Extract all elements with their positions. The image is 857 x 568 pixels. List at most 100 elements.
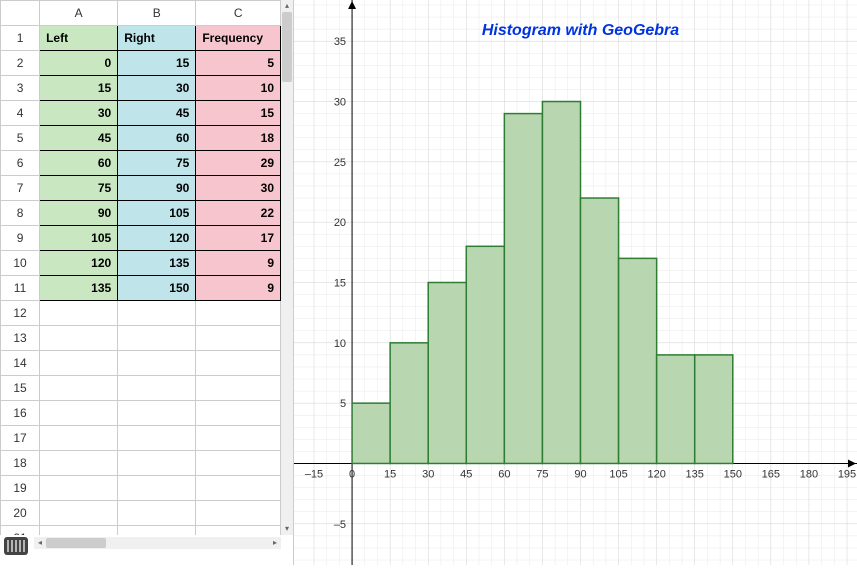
cell-C21[interactable] — [196, 526, 281, 536]
row-header-18[interactable]: 18 — [1, 451, 40, 476]
cell-C15[interactable] — [196, 376, 281, 401]
graph-panel[interactable]: –150153045607590105120135150165180195–55… — [294, 0, 857, 565]
row-header-13[interactable]: 13 — [1, 326, 40, 351]
histogram-bar[interactable] — [466, 246, 504, 463]
cell-B12[interactable] — [118, 301, 196, 326]
cell-A13[interactable] — [40, 326, 118, 351]
cell-C19[interactable] — [196, 476, 281, 501]
row-header-16[interactable]: 16 — [1, 401, 40, 426]
row-header-19[interactable]: 19 — [1, 476, 40, 501]
cell-A9[interactable]: 105 — [40, 226, 118, 251]
histogram-bar[interactable] — [619, 258, 657, 463]
spreadsheet[interactable]: ABC1LeftRightFrequency201553153010430451… — [0, 0, 281, 535]
corner-cell[interactable] — [1, 1, 40, 26]
cell-C11[interactable]: 9 — [196, 276, 281, 301]
cell-A5[interactable]: 45 — [40, 126, 118, 151]
cell-B14[interactable] — [118, 351, 196, 376]
row-header-2[interactable]: 2 — [1, 51, 40, 76]
row-header-20[interactable]: 20 — [1, 501, 40, 526]
cell-A6[interactable]: 60 — [40, 151, 118, 176]
header-frequency[interactable]: Frequency — [196, 26, 281, 51]
row-header-17[interactable]: 17 — [1, 426, 40, 451]
cell-A12[interactable] — [40, 301, 118, 326]
cell-C14[interactable] — [196, 351, 281, 376]
scroll-down-arrow-icon[interactable]: ▾ — [281, 523, 293, 535]
row-header-7[interactable]: 7 — [1, 176, 40, 201]
cell-A4[interactable]: 30 — [40, 101, 118, 126]
cell-B9[interactable]: 120 — [118, 226, 196, 251]
row-header-21[interactable]: 21 — [1, 526, 40, 536]
histogram-bar[interactable] — [352, 403, 390, 463]
histogram-bar[interactable] — [428, 283, 466, 464]
vertical-scrollbar[interactable]: ▴ ▾ — [281, 0, 293, 535]
histogram-bar[interactable] — [542, 102, 580, 464]
cell-C8[interactable]: 22 — [196, 201, 281, 226]
cell-C18[interactable] — [196, 451, 281, 476]
horizontal-scrollbar[interactable]: ◂ ▸ — [34, 537, 281, 549]
cell-C5[interactable]: 18 — [196, 126, 281, 151]
row-header-6[interactable]: 6 — [1, 151, 40, 176]
cell-B16[interactable] — [118, 401, 196, 426]
row-header-11[interactable]: 11 — [1, 276, 40, 301]
cell-A7[interactable]: 75 — [40, 176, 118, 201]
cell-C20[interactable] — [196, 501, 281, 526]
spreadsheet-table[interactable]: ABC1LeftRightFrequency201553153010430451… — [0, 0, 281, 535]
cell-C10[interactable]: 9 — [196, 251, 281, 276]
vertical-scroll-thumb[interactable] — [282, 12, 292, 82]
cell-B19[interactable] — [118, 476, 196, 501]
row-header-15[interactable]: 15 — [1, 376, 40, 401]
scroll-up-arrow-icon[interactable]: ▴ — [281, 0, 293, 12]
cell-B15[interactable] — [118, 376, 196, 401]
cell-B18[interactable] — [118, 451, 196, 476]
cell-A20[interactable] — [40, 501, 118, 526]
header-left[interactable]: Left — [40, 26, 118, 51]
cell-B5[interactable]: 60 — [118, 126, 196, 151]
cell-B10[interactable]: 135 — [118, 251, 196, 276]
cell-A8[interactable]: 90 — [40, 201, 118, 226]
row-header-8[interactable]: 8 — [1, 201, 40, 226]
row-header-1[interactable]: 1 — [1, 26, 40, 51]
row-header-10[interactable]: 10 — [1, 251, 40, 276]
cell-A14[interactable] — [40, 351, 118, 376]
cell-A15[interactable] — [40, 376, 118, 401]
cell-A3[interactable]: 15 — [40, 76, 118, 101]
cell-A11[interactable]: 135 — [40, 276, 118, 301]
histogram-chart[interactable]: –150153045607590105120135150165180195–55… — [294, 0, 857, 565]
histogram-bar[interactable] — [504, 114, 542, 464]
cell-A16[interactable] — [40, 401, 118, 426]
cell-B8[interactable]: 105 — [118, 201, 196, 226]
cell-C13[interactable] — [196, 326, 281, 351]
cell-C2[interactable]: 5 — [196, 51, 281, 76]
cell-C4[interactable]: 15 — [196, 101, 281, 126]
cell-C12[interactable] — [196, 301, 281, 326]
cell-B20[interactable] — [118, 501, 196, 526]
cell-A10[interactable]: 120 — [40, 251, 118, 276]
cell-A18[interactable] — [40, 451, 118, 476]
row-header-4[interactable]: 4 — [1, 101, 40, 126]
cell-C9[interactable]: 17 — [196, 226, 281, 251]
keyboard-icon[interactable] — [4, 537, 28, 555]
cell-A21[interactable] — [40, 526, 118, 536]
cell-B4[interactable]: 45 — [118, 101, 196, 126]
header-right[interactable]: Right — [118, 26, 196, 51]
cell-A17[interactable] — [40, 426, 118, 451]
row-header-9[interactable]: 9 — [1, 226, 40, 251]
cell-B11[interactable]: 150 — [118, 276, 196, 301]
row-header-14[interactable]: 14 — [1, 351, 40, 376]
row-header-5[interactable]: 5 — [1, 126, 40, 151]
histogram-bar[interactable] — [695, 355, 733, 464]
column-header-C[interactable]: C — [196, 1, 281, 26]
cell-B3[interactable]: 30 — [118, 76, 196, 101]
cell-A19[interactable] — [40, 476, 118, 501]
scroll-left-arrow-icon[interactable]: ◂ — [34, 537, 46, 549]
histogram-bar[interactable] — [390, 343, 428, 464]
cell-B6[interactable]: 75 — [118, 151, 196, 176]
cell-B21[interactable] — [118, 526, 196, 536]
cell-B13[interactable] — [118, 326, 196, 351]
histogram-bar[interactable] — [581, 198, 619, 463]
row-header-12[interactable]: 12 — [1, 301, 40, 326]
cell-C7[interactable]: 30 — [196, 176, 281, 201]
cell-C3[interactable]: 10 — [196, 76, 281, 101]
cell-B2[interactable]: 15 — [118, 51, 196, 76]
cell-C17[interactable] — [196, 426, 281, 451]
